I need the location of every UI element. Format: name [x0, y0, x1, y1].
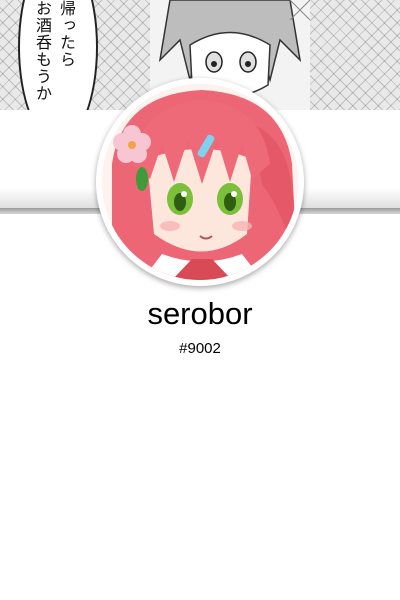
discriminator-tag: #9002 — [179, 340, 221, 357]
speech-bubble-text: 帰ったら お酒呑もうか — [30, 0, 78, 110]
username: serobor — [147, 296, 253, 331]
avatar-illustration — [102, 84, 298, 280]
avatar[interactable] — [96, 78, 304, 286]
avatar-image — [102, 84, 298, 280]
speech-line-2: お酒呑もうか — [33, 0, 52, 102]
speech-line-1: 帰ったら — [57, 0, 76, 68]
